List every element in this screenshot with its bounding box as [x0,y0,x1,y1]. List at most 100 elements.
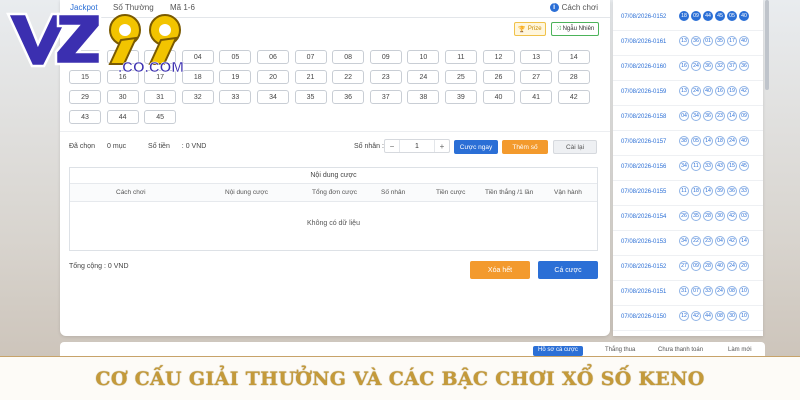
result-balls: 13 24 40 16 19 42 [679,86,749,96]
bet-content-table: Nội dung cược Cách chơi Nội dung cược Tổ… [69,167,598,251]
result-ball: 27 [679,261,689,271]
draw-id[interactable]: 07/08/2026-0154 [621,214,666,220]
number-cell[interactable]: 10 [407,50,440,64]
number-cell[interactable]: 07 [294,50,327,64]
number-cell[interactable]: 44 [106,110,139,124]
number-cell[interactable]: 29 [69,90,101,104]
result-ball: 24 [727,261,737,271]
result-row: 07/08/2026-0152 27 09 28 40 24 20 [613,256,763,281]
number-cell[interactable]: 38 [407,90,440,104]
tab-win-loss[interactable]: Thắng thua [600,346,640,356]
number-cell[interactable]: 27 [520,70,553,84]
number-cell[interactable]: 31 [144,90,177,104]
title-banner: CƠ CẤU GIẢI THƯỞNG VÀ CÁC BẬC CHƠI XỔ SỐ… [0,356,800,400]
draw-id[interactable]: 07/08/2026-0157 [621,139,666,145]
draw-id[interactable]: 07/08/2026-0161 [621,39,666,45]
col-header: Nội dung cược [225,189,268,196]
result-ball: 42 [727,211,737,221]
result-ball: 08 [715,311,725,321]
reset-button[interactable]: Cài lại [553,140,597,154]
number-cell[interactable]: 34 [256,90,289,104]
draw-id[interactable]: 07/08/2026-0159 [621,89,666,95]
result-row: 07/08/2026-0153 34 22 23 04 42 14 [613,231,763,256]
result-row: 07/08/2026-0156 34 11 33 43 15 45 [613,156,763,181]
multiplier-input[interactable]: 1 [399,140,435,152]
number-cell[interactable]: 24 [407,70,440,84]
number-cell[interactable]: 09 [369,50,402,64]
multiplier-label: Số nhân : [354,143,384,150]
number-cell[interactable]: 08 [332,50,365,64]
divider [60,131,610,132]
number-cell[interactable]: 41 [520,90,553,104]
result-ball: 16 [715,86,725,96]
result-balls: 34 22 23 04 42 14 [679,236,749,246]
number-cell[interactable]: 14 [557,50,590,64]
result-ball: 10 [739,286,749,296]
result-ball: 05 [727,11,737,21]
decrement-button[interactable]: − [385,140,399,152]
refresh-link[interactable]: Làm mới [723,346,757,356]
number-cell[interactable]: 42 [557,90,590,104]
number-cell[interactable]: 20 [256,70,289,84]
result-balls: 31 07 33 24 08 10 [679,286,749,296]
result-ball: 12 [679,311,689,321]
result-ball: 22 [691,236,701,246]
banner-title: CƠ CẤU GIẢI THƯỞNG VÀ CÁC BẬC CHƠI XỔ SỐ… [95,367,705,390]
draw-id[interactable]: 07/08/2026-0158 [621,114,666,120]
number-cell[interactable]: 32 [181,90,214,104]
tab-unpaid[interactable]: Chưa thanh toán [653,346,708,356]
draw-id[interactable]: 07/08/2026-0152 [621,264,666,270]
number-cell[interactable]: 11 [444,50,477,64]
number-cell[interactable]: 37 [369,90,402,104]
number-cell[interactable]: 06 [256,50,289,64]
result-ball: 19 [727,86,737,96]
history-panel: Hồ sơ cá cược Thắng thua Chưa thanh toán… [60,342,765,356]
clear-all-button[interactable]: Xóa hết [470,261,530,279]
result-balls: 12 42 44 08 30 10 [679,311,749,321]
number-cell[interactable]: 12 [482,50,515,64]
number-cell[interactable]: 23 [369,70,402,84]
result-row: 07/08/2026-0152 18 09 44 45 05 40 [613,6,763,31]
draw-id[interactable]: 07/08/2026-0155 [621,189,666,195]
draw-id[interactable]: 07/08/2026-0150 [621,314,666,320]
result-balls: 38 05 14 18 24 40 [679,136,749,146]
number-cell[interactable]: 43 [69,110,101,124]
result-ball: 03 [739,211,749,221]
bet-now-button[interactable]: Cược ngay [454,140,498,154]
number-cell[interactable]: 05 [219,50,252,64]
increment-button[interactable]: + [435,140,449,152]
number-cell[interactable]: 45 [144,110,177,124]
number-cell[interactable]: 33 [219,90,252,104]
number-cell[interactable]: 28 [557,70,590,84]
howto-link[interactable]: i Cách chơi [549,3,598,12]
draw-id[interactable]: 07/08/2026-0153 [621,239,666,245]
number-cell[interactable]: 19 [219,70,252,84]
number-cell[interactable]: 22 [332,70,365,84]
number-cell[interactable]: 26 [482,70,515,84]
number-cell[interactable]: 21 [294,70,327,84]
result-ball: 09 [691,261,701,271]
draw-id[interactable]: 07/08/2026-0160 [621,64,666,70]
result-balls: 13 36 01 35 17 40 [679,36,749,46]
place-bet-button[interactable]: Cá cược [538,261,598,279]
number-cell[interactable]: 25 [444,70,477,84]
result-ball: 30 [715,211,725,221]
number-cell[interactable]: 30 [106,90,139,104]
number-cell[interactable]: 39 [444,90,477,104]
scrollbar[interactable] [765,0,769,90]
random-button[interactable]: ⤨ Ngẫu Nhiên [551,22,599,36]
draw-id[interactable]: 07/08/2026-0151 [621,289,666,295]
draw-id[interactable]: 07/08/2026-0156 [621,164,666,170]
number-cell[interactable]: 36 [332,90,365,104]
result-ball: 04 [715,236,725,246]
add-number-button[interactable]: Thêm số [502,140,548,154]
number-cell[interactable]: 40 [482,90,515,104]
result-ball: 11 [691,161,701,171]
result-ball: 15 [727,161,737,171]
prize-button[interactable]: 🏆 Prize [514,22,546,36]
number-cell[interactable]: 13 [520,50,553,64]
number-cell[interactable]: 35 [294,90,327,104]
tab-bet-history[interactable]: Hồ sơ cá cược [533,346,583,356]
draw-id[interactable]: 07/08/2026-0152 [621,14,666,20]
col-header: Cách chơi [116,189,146,196]
